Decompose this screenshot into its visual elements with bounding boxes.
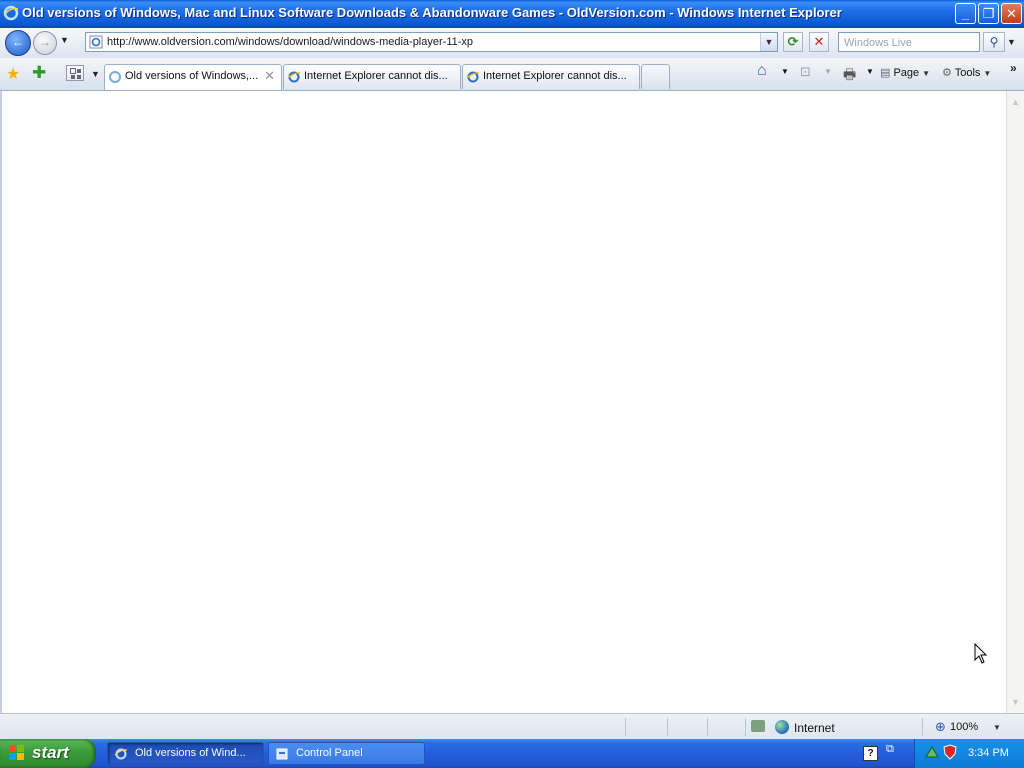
internet-zone-globe-icon (775, 720, 789, 734)
tools-menu[interactable]: ⚙ Tools ▼ (942, 66, 991, 86)
control-panel-icon (276, 748, 288, 760)
print-dropdown[interactable]: ▼ (866, 67, 874, 87)
refresh-icon: ⟳ (787, 34, 799, 49)
windows-logo-icon (9, 745, 26, 762)
address-dropdown-button[interactable]: ▼ (760, 33, 777, 51)
zoom-dropdown[interactable]: ▼ (993, 723, 1001, 732)
protected-mode-icon[interactable] (751, 720, 765, 732)
chevron-down-icon: ▼ (983, 69, 992, 78)
page-menu-label: Page (893, 67, 920, 79)
scroll-down-arrow-icon[interactable]: ▼ (1011, 697, 1020, 707)
gear-icon: ⚙ (942, 67, 952, 79)
search-icon: ⚲ (989, 35, 999, 49)
security-shield-icon[interactable] (943, 744, 957, 760)
tab-ie-error-1[interactable]: Internet Explorer cannot dis... (283, 64, 461, 89)
back-button[interactable]: ← (5, 30, 31, 56)
start-label: start (32, 743, 69, 762)
address-url[interactable]: http://www.oldversion.com/windows/downlo… (107, 36, 473, 48)
stop-button[interactable]: ✕ (809, 32, 829, 52)
zoom-icon: ⊕ (935, 719, 946, 734)
search-button[interactable]: ⚲ (983, 32, 1005, 52)
tab-oldversion[interactable]: Old versions of Windows,... ✕ (104, 64, 282, 90)
status-divider (922, 718, 923, 736)
network-icon[interactable] (925, 745, 939, 759)
taskbar-button-internet-explorer[interactable]: Old versions of Wind... (107, 742, 264, 765)
refresh-button[interactable]: ⟳ (783, 32, 803, 52)
status-divider (625, 718, 626, 736)
scroll-up-arrow-icon[interactable]: ▲ (1011, 97, 1020, 107)
arrow-right-icon: → (39, 35, 51, 49)
taskbar-button-control-panel[interactable]: Control Panel (268, 742, 425, 765)
chevron-down-icon: ▼ (764, 37, 774, 47)
address-bar[interactable]: http://www.oldversion.com/windows/downlo… (85, 32, 778, 52)
tab-label: Internet Explorer cannot dis... (304, 70, 448, 82)
home-button[interactable]: ⌂ (757, 62, 767, 82)
search-box[interactable] (838, 32, 980, 52)
status-divider (707, 718, 708, 736)
taskbar-button-label: Control Panel (296, 747, 363, 759)
ie-icon (3, 5, 19, 21)
feeds-button[interactable]: ⊡ (800, 64, 811, 84)
tab-ie-error-2[interactable]: Internet Explorer cannot dis... (462, 64, 640, 89)
feeds-dropdown[interactable]: ▼ (824, 67, 832, 87)
ie-icon (114, 748, 128, 760)
search-options-dropdown[interactable]: ▼ (1007, 37, 1016, 47)
favorites-center-button[interactable]: ★ (6, 64, 20, 84)
tools-menu-label: Tools (954, 67, 981, 79)
more-commands-chevron-icon[interactable]: » (1010, 61, 1017, 75)
maximize-button[interactable]: ❐ (978, 3, 999, 24)
security-zone-label[interactable]: Internet (794, 721, 835, 735)
tab-label: Internet Explorer cannot dis... (483, 70, 627, 82)
forward-button[interactable]: → (33, 31, 57, 55)
loading-icon (109, 71, 121, 83)
page-icon: ▤ (880, 67, 891, 79)
start-button[interactable]: start (0, 739, 96, 768)
page-ie-icon (89, 35, 103, 49)
page-menu[interactable]: ▤ Page ▼ (880, 66, 930, 86)
window-titlebar[interactable]: Old versions of Windows, Mac and Linux S… (0, 0, 1024, 28)
recent-pages-dropdown[interactable]: ▼ (60, 35, 69, 45)
page-content[interactable] (0, 91, 1006, 713)
clock[interactable]: 3:34 PM (968, 747, 1009, 759)
new-tab-button[interactable] (641, 64, 670, 89)
vertical-scrollbar[interactable]: ▲ ▼ (1006, 91, 1024, 713)
taskbar-button-label: Old versions of Wind... (135, 747, 246, 759)
window-title: Old versions of Windows, Mac and Linux S… (22, 5, 842, 20)
add-to-favorites-button[interactable]: ✚ (32, 63, 46, 83)
navigation-bar: ← → ▼ http://www.oldversion.com/windows/… (0, 28, 1024, 59)
mouse-cursor-icon (974, 643, 988, 664)
help-icon[interactable]: ? (863, 746, 878, 761)
tab-bar: ★ ✚ ▼ Old versions of Windows,... ✕ Inte… (0, 58, 1024, 91)
zoom-level[interactable]: 100% (950, 721, 978, 733)
chevron-down-icon: ▼ (922, 69, 931, 78)
close-button[interactable]: ✕ (1001, 3, 1022, 24)
status-divider (667, 718, 668, 736)
quick-tabs-button[interactable] (66, 65, 84, 81)
restore-desktop-icon[interactable]: ⧉ (886, 743, 894, 756)
home-dropdown[interactable]: ▼ (781, 67, 789, 87)
status-bar: Internet ⊕ 100% ▼ (0, 713, 1024, 739)
ie-icon (466, 71, 480, 83)
tab-label: Old versions of Windows,... (125, 70, 259, 82)
ie-icon (287, 71, 301, 83)
minimize-button[interactable]: _ (955, 3, 976, 24)
tab-list-dropdown[interactable]: ▼ (91, 69, 100, 79)
close-icon: ✕ (813, 34, 825, 49)
print-button[interactable]: 🖶 (843, 64, 856, 84)
status-divider (745, 718, 746, 736)
arrow-left-icon: ← (12, 35, 24, 49)
search-input[interactable] (842, 34, 976, 52)
tab-close-button[interactable]: ✕ (264, 68, 275, 84)
